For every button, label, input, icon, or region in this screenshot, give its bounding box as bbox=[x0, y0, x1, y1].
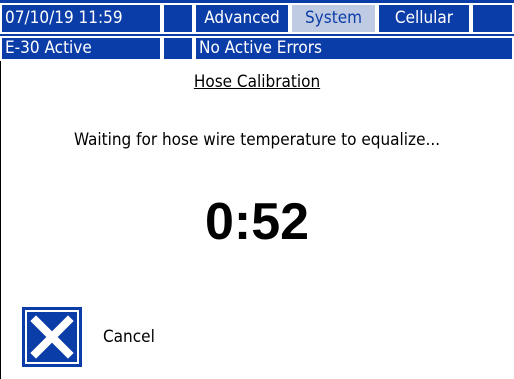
tab-system[interactable]: System bbox=[290, 3, 377, 34]
error-status: No Active Errors bbox=[194, 36, 514, 61]
tab-cellular[interactable]: Cellular bbox=[377, 3, 471, 34]
close-x-icon bbox=[30, 315, 74, 359]
cancel-button[interactable] bbox=[22, 307, 82, 367]
status-message: Waiting for hose wire temperature to equ… bbox=[73, 130, 441, 150]
page-title: Hose Calibration bbox=[0, 72, 514, 92]
cancel-label: Cancel bbox=[103, 327, 155, 347]
cancel-button-face bbox=[27, 312, 77, 362]
tab-more-indicator[interactable] bbox=[471, 3, 514, 34]
nav-blank-cell bbox=[162, 3, 194, 34]
machine-status: E-30 Active bbox=[0, 36, 162, 61]
status-blank-cell bbox=[162, 36, 194, 61]
countdown-timer: 0:52 bbox=[204, 193, 310, 251]
status-bar: E-30 Active No Active Errors bbox=[0, 36, 514, 61]
tab-advanced[interactable]: Advanced bbox=[194, 3, 290, 34]
datetime-display: 07/10/19 11:59 bbox=[0, 3, 162, 34]
page-title-text: Hose Calibration bbox=[193, 72, 321, 92]
top-nav-bar: 07/10/19 11:59 Advanced System Cellular bbox=[0, 0, 514, 36]
